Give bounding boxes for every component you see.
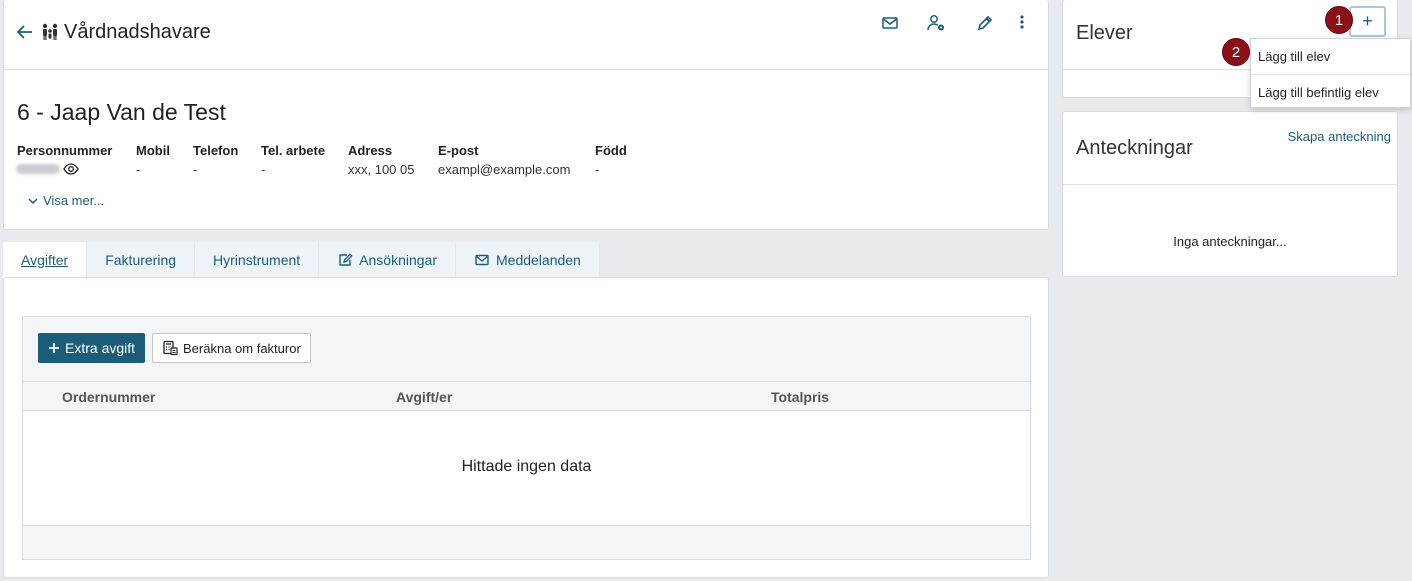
field-value-telefon: -: [193, 162, 198, 177]
show-more-label: Visa mer...: [43, 193, 105, 208]
guardian-header-card: Vårdnadshavare 6 - Jaap Van de Test Pers…: [3, 0, 1049, 230]
tab-bar: Avgifter Fakturering Hyrinstrument Ansök…: [3, 242, 600, 278]
notes-title: Anteckningar: [1076, 137, 1193, 159]
edit-document-icon: [337, 252, 353, 268]
field-label-tel-arbete: Tel. arbete: [261, 143, 326, 158]
empty-notes-message: Inga anteckningar...: [1173, 234, 1287, 249]
header-toolbar: Vårdnadshavare: [4, 0, 1048, 70]
field-value-mobil: -: [136, 162, 141, 177]
envelope-icon: [474, 252, 490, 268]
tab-avgifter[interactable]: Avgifter: [3, 242, 88, 278]
fees-panel: Extra avgift Beräkna om fakturor Ordernu…: [22, 316, 1031, 560]
empty-table-message: Hittade ingen data: [461, 458, 592, 475]
add-student-button[interactable]: +: [1349, 6, 1386, 37]
tab-label: Meddelanden: [496, 252, 581, 268]
divider: [1063, 184, 1397, 185]
students-title: Elever: [1076, 22, 1133, 44]
field-value-adress: xxx, 100 05: [348, 162, 415, 177]
more-options-icon[interactable]: [1011, 12, 1033, 34]
field-value-tel-arbete: -: [261, 162, 266, 177]
add-student-menu: Lägg till elev Lägg till befintlig elev: [1250, 38, 1411, 108]
column-header-avgift[interactable]: Avgift/er: [396, 389, 452, 405]
page-title: Vårdnadshavare: [64, 21, 211, 43]
column-header-totalpris[interactable]: Totalpris: [771, 389, 829, 405]
field-label-adress: Adress: [348, 143, 393, 158]
step-marker-1: 1: [1325, 6, 1353, 34]
plus-label: +: [1362, 11, 1373, 31]
tab-fakturering[interactable]: Fakturering: [87, 242, 196, 278]
table-header: Ordernummer Avgift/er Totalpris: [23, 381, 1030, 411]
tab-label: Fakturering: [105, 252, 177, 268]
show-more-link[interactable]: Visa mer...: [27, 193, 104, 208]
tab-ansokningar[interactable]: Ansökningar: [319, 242, 456, 278]
menu-item-add-existing-student[interactable]: Lägg till befintlig elev: [1251, 74, 1410, 109]
eye-icon[interactable]: [63, 161, 79, 177]
tab-meddelanden[interactable]: Meddelanden: [456, 242, 600, 278]
create-note-link[interactable]: Skapa anteckning: [1288, 129, 1391, 144]
tab-label: Hyrinstrument: [213, 252, 301, 268]
recalculate-label: Beräkna om fakturor: [183, 340, 301, 356]
field-value-epost: exampl@example.com: [438, 162, 571, 177]
tab-label: Ansökningar: [359, 252, 437, 268]
field-value-fodd: -: [595, 162, 600, 177]
notes-card: Anteckningar Skapa anteckning Inga antec…: [1062, 111, 1398, 277]
extra-fee-label: Extra avgift: [65, 340, 136, 356]
personnummer-hidden-value: [16, 164, 60, 174]
chevron-down-icon: [27, 195, 39, 207]
back-arrow-icon[interactable]: [16, 23, 34, 41]
family-icon: [40, 22, 60, 42]
email-icon[interactable]: [879, 12, 901, 34]
field-label-fodd: Född: [595, 143, 627, 158]
user-settings-icon[interactable]: [925, 12, 947, 34]
calculator-icon: [162, 340, 178, 356]
extra-fee-button[interactable]: Extra avgift: [38, 333, 146, 363]
table-body: Hittade ingen data: [23, 411, 1030, 526]
menu-item-add-student[interactable]: Lägg till elev: [1251, 39, 1410, 74]
field-label-mobil: Mobil: [136, 143, 170, 158]
step-marker-2: 2: [1222, 38, 1250, 66]
plus-icon: [48, 342, 60, 354]
column-header-ordernummer[interactable]: Ordernummer: [62, 389, 155, 405]
edit-pencil-icon[interactable]: [974, 12, 996, 34]
fees-content-card: Extra avgift Beräkna om fakturor Ordernu…: [3, 277, 1049, 578]
recalculate-invoices-button[interactable]: Beräkna om fakturor: [152, 333, 311, 363]
field-label-telefon: Telefon: [193, 143, 239, 158]
guardian-name: 6 - Jaap Van de Test: [17, 99, 226, 125]
tab-hyrinstrument[interactable]: Hyrinstrument: [195, 242, 320, 278]
field-label-epost: E-post: [438, 143, 479, 158]
field-label-personnummer: Personnummer: [17, 143, 113, 158]
tab-label: Avgifter: [21, 252, 69, 268]
